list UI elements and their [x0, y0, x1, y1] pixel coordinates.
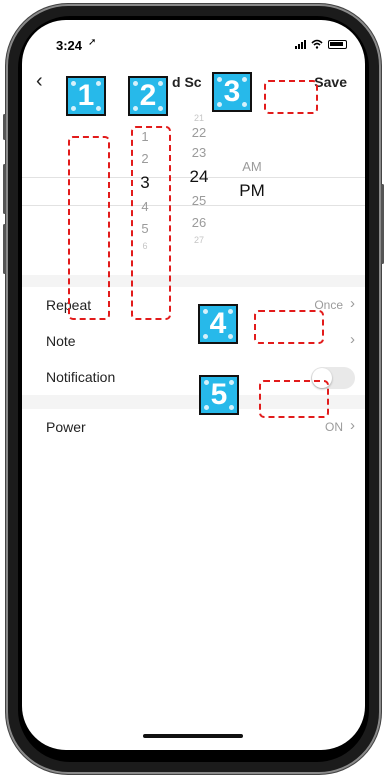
minute-option[interactable]: 22: [182, 124, 216, 142]
signal-icon: [295, 39, 306, 49]
chevron-left-icon[interactable]: ‹: [36, 70, 43, 93]
chevron-right-icon: ›: [350, 331, 355, 348]
chevron-right-icon: ›: [350, 417, 355, 434]
annotation-marker-1: 1: [66, 76, 106, 116]
meridiem-wheel[interactable]: AM PM: [232, 156, 272, 204]
chevron-right-icon: ›: [350, 295, 355, 312]
minute-option[interactable]: 26: [182, 212, 216, 234]
minute-option[interactable]: 27: [182, 234, 216, 246]
annotation-marker-3: 3: [212, 72, 252, 112]
highlight-notification-toggle: [259, 380, 329, 418]
highlight-save: [264, 80, 318, 114]
battery-icon: [328, 39, 347, 49]
highlight-minute-column: [131, 126, 171, 320]
annotation-number: 3: [223, 75, 241, 108]
minute-option[interactable]: 23: [182, 142, 216, 164]
volume-up-button: [3, 164, 6, 214]
minute-selected[interactable]: 24: [182, 164, 216, 190]
save-button[interactable]: Save: [314, 74, 347, 90]
annotation-marker-4: 4: [198, 304, 238, 344]
silent-switch: [3, 114, 6, 140]
meridiem-selected[interactable]: PM: [232, 178, 272, 204]
minute-wheel[interactable]: 21 22 23 24 25 26 27: [182, 112, 216, 246]
annotation-number: 2: [139, 79, 157, 112]
highlight-repeat-value: [254, 310, 324, 344]
power-side-button: [381, 184, 384, 264]
highlight-hour-column: [68, 136, 110, 320]
note-label: Note: [46, 333, 76, 349]
location-arrow-icon: ➚: [88, 37, 97, 48]
status-time: 3:24: [56, 38, 83, 53]
annotation-number: 4: [209, 307, 227, 340]
annotation-number: 5: [210, 378, 228, 411]
power-label: Power: [46, 419, 86, 435]
minute-option[interactable]: 21: [182, 112, 216, 124]
page-title: d Sc: [172, 74, 202, 90]
volume-down-button: [3, 224, 6, 274]
minute-option[interactable]: 25: [182, 190, 216, 212]
notification-label: Notification: [46, 369, 116, 385]
power-value: ON: [325, 420, 343, 434]
home-indicator[interactable]: [143, 734, 243, 738]
annotation-marker-2: 2: [128, 76, 168, 116]
annotation-number: 1: [77, 79, 95, 112]
annotation-marker-5: 5: [199, 375, 239, 415]
meridiem-option[interactable]: AM: [232, 156, 272, 178]
wifi-icon: [311, 39, 323, 49]
status-bar: 3:24 ➚: [22, 20, 365, 60]
